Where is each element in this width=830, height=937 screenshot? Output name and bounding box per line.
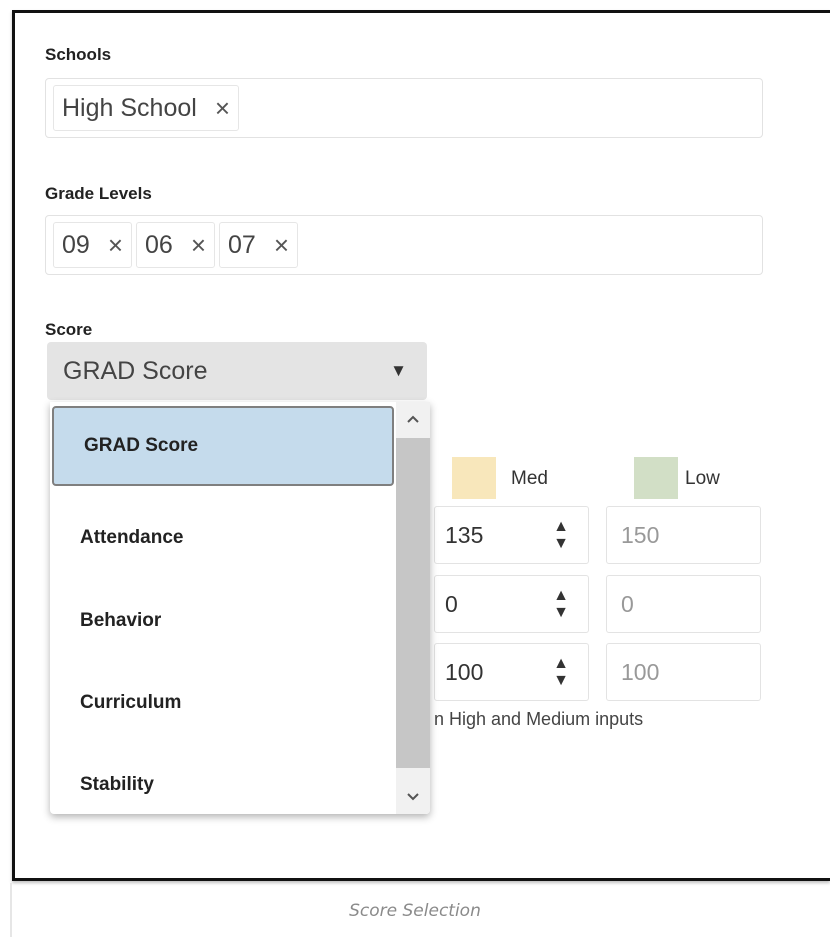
med-threshold-value: 135 [445,521,484,548]
option-label: Stability [80,773,154,795]
grade-chip-label: 09 [62,230,90,259]
chevron-down-icon[interactable] [396,782,430,812]
grade-chip-label: 06 [145,230,173,259]
score-select[interactable]: GRAD Score ▼ [47,342,427,400]
score-option-behavior[interactable]: Behavior [50,579,396,662]
med-label: Med [511,468,548,489]
low-threshold-input[interactable]: 150 [606,506,761,564]
option-label: GRAD Score [84,435,199,456]
spinner-arrows-icon[interactable]: ▲ ▼ [551,515,571,555]
school-chip: High School × [53,85,239,131]
option-label: Behavior [80,609,162,631]
med-swatch [452,457,496,499]
grade-chip: 07 × [219,222,298,268]
close-icon[interactable]: × [191,232,206,258]
low-threshold-value: 0 [621,590,634,617]
score-label: Score [45,320,93,339]
low-threshold-input[interactable]: 0 [606,575,761,633]
chevron-up-icon[interactable] [396,404,430,434]
option-label: Curriculum [80,691,182,713]
med-threshold-value: 100 [445,658,484,685]
grade-levels-multiselect[interactable]: 09 × 06 × 07 × [45,215,763,275]
schools-label: Schools [45,45,112,64]
low-swatch [634,457,678,499]
figure-caption: Score Selection [349,901,481,921]
low-threshold-input[interactable]: 100 [606,643,761,701]
scrollbar-thumb[interactable] [396,438,430,768]
score-option-curriculum[interactable]: Curriculum [50,661,396,744]
close-icon[interactable]: × [215,95,230,121]
score-option-grad[interactable]: GRAD Score [52,406,394,486]
score-option-stability[interactable]: Stability [50,743,396,814]
spinner-arrows-icon[interactable]: ▲ ▼ [551,584,571,624]
grade-chip-label: 07 [228,230,256,259]
school-chip-label: High School [62,93,197,122]
threshold-hint-text: n High and Medium inputs [434,709,644,729]
option-label: Attendance [80,526,184,548]
score-options-dropdown[interactable]: GRAD Score Attendance Behavior Curriculu… [50,402,430,814]
score-option-attendance[interactable]: Attendance [50,496,396,579]
schools-multiselect[interactable]: High School × [45,78,763,138]
grade-levels-label: Grade Levels [45,184,152,203]
grade-chip: 06 × [136,222,215,268]
low-label: Low [685,468,720,489]
med-threshold-value: 0 [445,590,458,617]
score-select-value: GRAD Score [63,356,208,385]
grade-chip: 09 × [53,222,132,268]
caret-down-icon: ▼ [390,361,407,380]
low-threshold-value: 100 [621,658,660,685]
close-icon[interactable]: × [274,232,289,258]
low-threshold-value: 150 [621,521,660,548]
close-icon[interactable]: × [108,232,123,258]
spinner-arrows-icon[interactable]: ▲ ▼ [551,652,571,692]
